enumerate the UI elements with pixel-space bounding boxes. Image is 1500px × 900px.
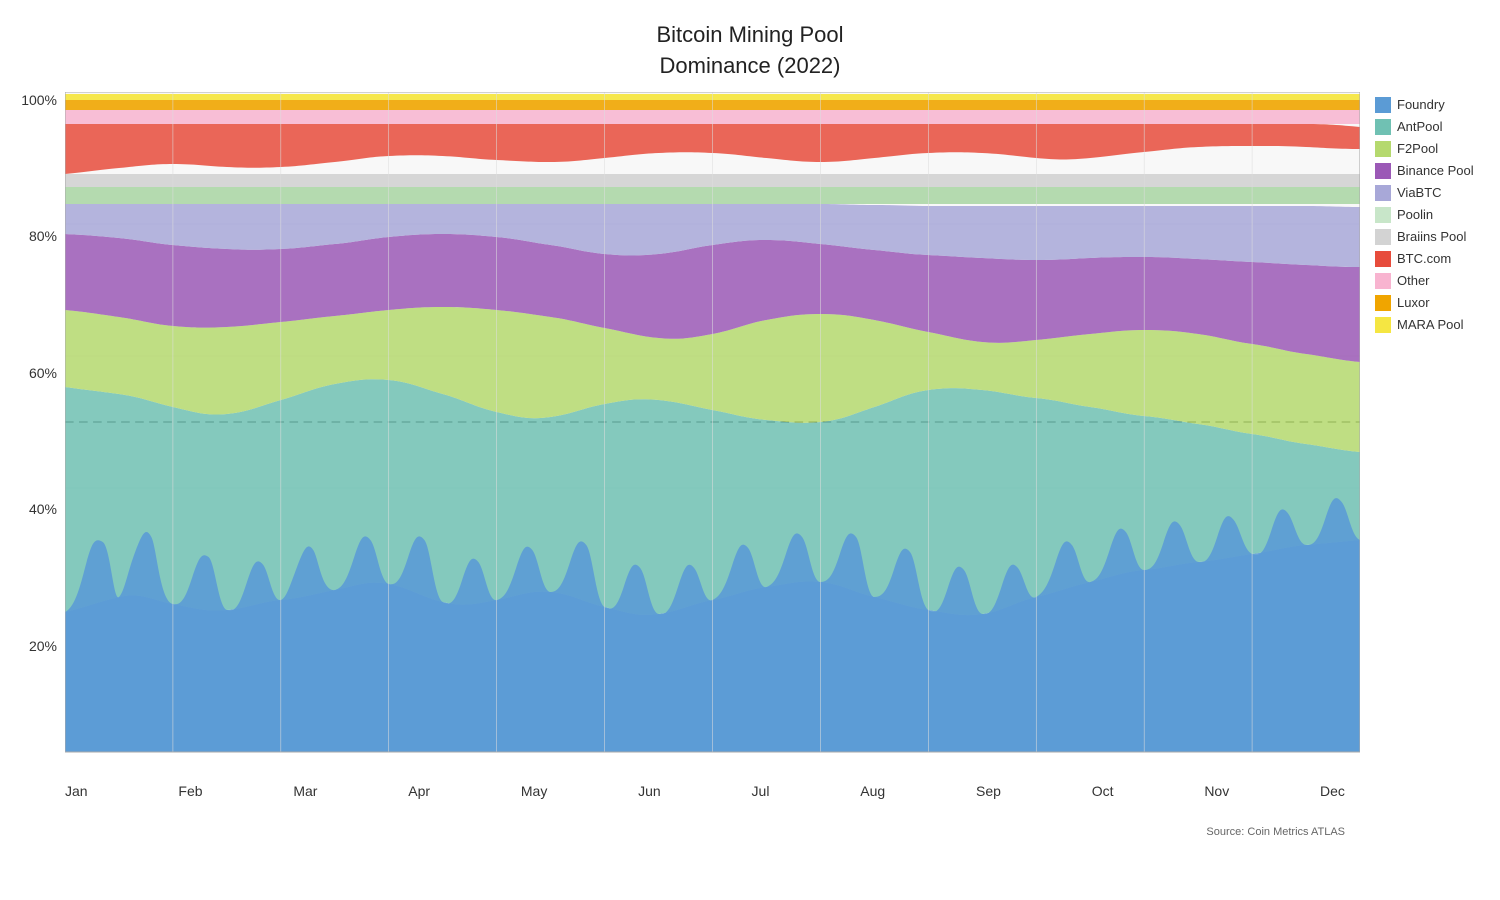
x-axis: Jan Feb Mar Apr May Jun Jul Aug Sep Oct Nov Dec: [0, 777, 1500, 799]
legend-item-foundry: Foundry: [1375, 97, 1500, 113]
legend-swatch-8: [1375, 273, 1391, 289]
legend-swatch-6: [1375, 229, 1391, 245]
legend-swatch-7: [1375, 251, 1391, 267]
x-label-jan: Jan: [65, 783, 88, 799]
legend-swatch-5: [1375, 207, 1391, 223]
source-text: Source: Coin Metrics ATLAS: [1206, 826, 1345, 838]
x-label-sep: Sep: [976, 783, 1001, 799]
x-label-apr: Apr: [408, 783, 430, 799]
legend-swatch-9: [1375, 295, 1391, 311]
y-label-20: 20%: [0, 638, 65, 654]
y-label-100: 100%: [0, 92, 65, 108]
legend-label-4: ViaBTC: [1397, 185, 1442, 200]
legend-label-2: F2Pool: [1397, 141, 1438, 156]
x-label-jul: Jul: [752, 783, 770, 799]
legend-swatch-1: [1375, 119, 1391, 135]
legend-label-10: MARA Pool: [1397, 317, 1463, 332]
legend-label-6: Braiins Pool: [1397, 229, 1466, 244]
y-label-60: 60%: [0, 365, 65, 381]
legend-item-btc.com: BTC.com: [1375, 251, 1500, 267]
chart-title: Bitcoin Mining Pool Dominance (2022): [0, 20, 1500, 82]
legend-swatch-10: [1375, 317, 1391, 333]
x-label-oct: Oct: [1092, 783, 1114, 799]
legend-item-poolin: Poolin: [1375, 207, 1500, 223]
x-label-mar: Mar: [293, 783, 317, 799]
x-label-aug: Aug: [860, 783, 885, 799]
legend-label-5: Poolin: [1397, 207, 1433, 222]
chart-and-legend: Foundry AntPool F2Pool Binance Pool ViaB…: [65, 92, 1500, 777]
legend-item-viabtc: ViaBTC: [1375, 185, 1500, 201]
legend-item-binance-pool: Binance Pool: [1375, 163, 1500, 179]
legend-label-8: Other: [1397, 273, 1430, 288]
legend: Foundry AntPool F2Pool Binance Pool ViaB…: [1360, 92, 1500, 777]
legend-label-3: Binance Pool: [1397, 163, 1474, 178]
legend-label-7: BTC.com: [1397, 251, 1451, 266]
legend-item-antpool: AntPool: [1375, 119, 1500, 135]
legend-item-other: Other: [1375, 273, 1500, 289]
y-label-80: 80%: [0, 228, 65, 244]
legend-label-9: Luxor: [1397, 295, 1430, 310]
x-label-dec: Dec: [1320, 783, 1345, 799]
svg-container: [65, 92, 1360, 777]
x-label-feb: Feb: [178, 783, 202, 799]
chart-container: Bitcoin Mining Pool Dominance (2022) 100…: [0, 0, 1500, 900]
legend-swatch-0: [1375, 97, 1391, 113]
legend-item-luxor: Luxor: [1375, 295, 1500, 311]
legend-item-mara-pool: MARA Pool: [1375, 317, 1500, 333]
legend-swatch-2: [1375, 141, 1391, 157]
x-label-jun: Jun: [638, 783, 661, 799]
legend-swatch-3: [1375, 163, 1391, 179]
y-label-40: 40%: [0, 501, 65, 517]
legend-label-1: AntPool: [1397, 119, 1443, 134]
x-label-nov: Nov: [1204, 783, 1229, 799]
legend-item-braiins-pool: Braiins Pool: [1375, 229, 1500, 245]
chart-area: 100% 80% 60% 40% 20%: [0, 92, 1500, 777]
y-axis: 100% 80% 60% 40% 20%: [0, 92, 65, 777]
legend-label-0: Foundry: [1397, 97, 1445, 112]
main-chart-svg: [65, 92, 1360, 772]
legend-swatch-4: [1375, 185, 1391, 201]
x-label-may: May: [521, 783, 547, 799]
legend-item-f2pool: F2Pool: [1375, 141, 1500, 157]
